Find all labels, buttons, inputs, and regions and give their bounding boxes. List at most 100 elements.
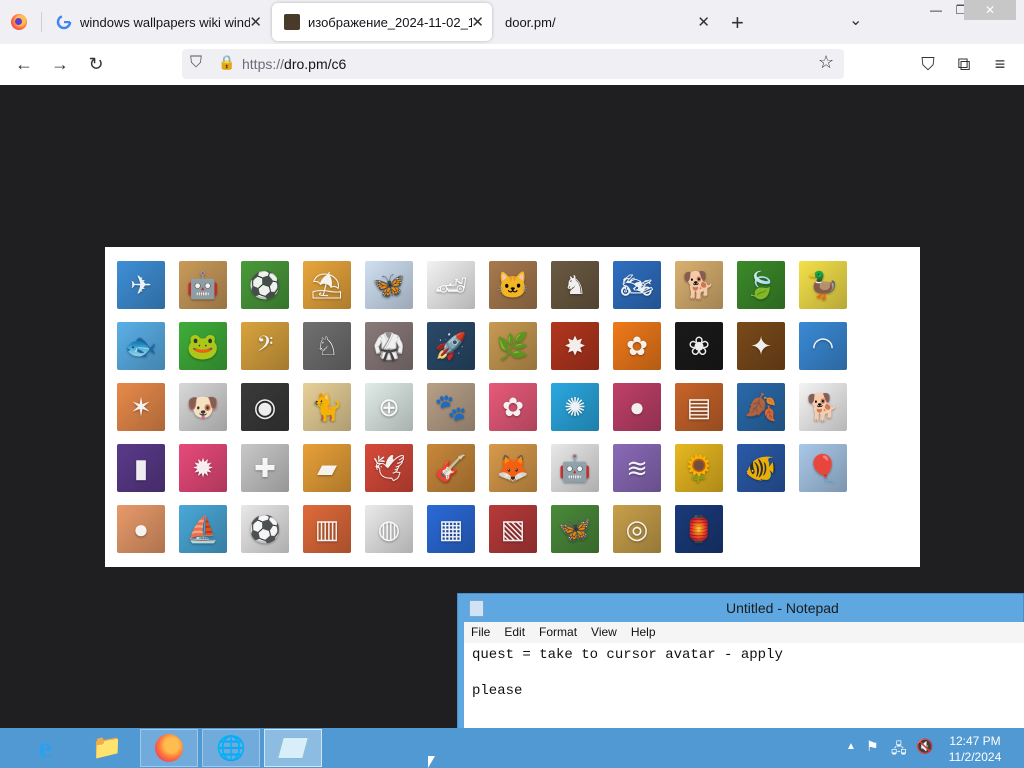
new-tab-icon[interactable]: + — [731, 10, 744, 36]
tab-image[interactable]: изображение_2024-11-02_1839 ✕ — [272, 3, 492, 41]
avatar-tile-sparkles[interactable]: ✦ — [737, 322, 785, 370]
avatar-tile-karate[interactable]: 🥋 — [365, 322, 413, 370]
notepad-window[interactable]: Untitled - Notepad File Edit Format View Hel… — [457, 593, 1024, 731]
avatar-tile-motocross[interactable]: 🏍 — [613, 261, 661, 309]
back-arrow-icon[interactable]: ← — [13, 53, 35, 75]
taskbar-file-explorer[interactable]: 📁 — [78, 729, 136, 767]
menu-edit[interactable]: Edit — [497, 622, 532, 642]
action-center-flag-icon[interactable]: ⚑ — [866, 738, 879, 755]
avatar-tile-woven-textile[interactable]: ▧ — [489, 505, 537, 553]
tab-door-pm[interactable]: door.pm/ ✕ — [494, 3, 718, 41]
avatar-tile-white-flower[interactable]: ❀ — [675, 322, 723, 370]
menu-file[interactable]: File — [464, 622, 497, 642]
taskbar-firefox[interactable] — [140, 729, 198, 767]
tab-google-search[interactable]: windows wallpapers wiki windo ✕ — [44, 3, 270, 41]
tab-close-icon[interactable]: ✕ — [697, 13, 710, 31]
wallpaper-image[interactable]: ✈ 🤖 ⚽ ⛱ 🦋 🏎 🐱 ♞ 🏍 🐕 🍃 🦆 🐟 🐸 𝄢 ♘ 🥋 🚀 🌿 ✸ ✿ ❀ ✦ ◠ ✶ 🐶 ◉ 🐈 ⊕ 🐾 ✿ ✺ ● ▤ 🍂 🐕 ▮ ✹ ✚ ▰… — [105, 247, 920, 567]
avatar-tile-bass-clef[interactable]: 𝄢 — [241, 322, 289, 370]
avatar-tile-space-shuttle[interactable]: 🚀 — [427, 322, 475, 370]
tracking-shield-icon[interactable]: ⛉ — [190, 54, 202, 72]
avatar-tile-silk-fabric[interactable]: ≋ — [613, 444, 661, 492]
avatar-tile-pink-flower[interactable]: ✿ — [489, 383, 537, 431]
pocket-icon[interactable]: ⛉ — [917, 53, 939, 75]
notepad-text-area[interactable]: quest = take to cursor avatar - apply pl… — [464, 643, 1024, 731]
taskbar-notepad[interactable] — [264, 729, 322, 767]
avatar-tile-soccer-ball[interactable]: ⚽ — [241, 505, 289, 553]
lock-icon[interactable]: 🔒 — [218, 54, 235, 71]
avatar-tile-beach-chair[interactable]: ⛱ — [303, 261, 351, 309]
avatar-tile-pink-star[interactable]: ✹ — [179, 444, 227, 492]
avatar-tile-airplane[interactable]: ✈ — [117, 261, 165, 309]
notepad-titlebar[interactable]: Untitled - Notepad — [458, 594, 1024, 622]
avatar-tile-hot-air-balloon[interactable]: 🎈 — [799, 444, 847, 492]
tin-robot-icon: 🤖 — [558, 453, 592, 483]
avatar-tile-goldfish[interactable]: 🐟 — [117, 322, 165, 370]
avatar-tile-daruma-doll[interactable]: ● — [117, 505, 165, 553]
avatar-tile-blue-butterfly[interactable]: 🦋 — [365, 261, 413, 309]
avatar-tile-lighthouse[interactable]: 🏮 — [675, 505, 723, 553]
avatar-tile-roller-coaster[interactable]: ◠ — [799, 322, 847, 370]
avatar-tile-chess[interactable]: ♞ — [551, 261, 599, 309]
avatar-tile-orange-fabric[interactable]: ▥ — [303, 505, 351, 553]
avatar-tile-pomeranian[interactable]: 🦊 — [489, 444, 537, 492]
menu-view[interactable]: View — [584, 622, 624, 642]
forward-arrow-icon[interactable]: → — [49, 53, 71, 75]
avatar-tile-marbles[interactable]: ◍ — [365, 505, 413, 553]
avatar-tile-pinwheel[interactable]: ✺ — [551, 383, 599, 431]
bookmark-star-icon[interactable]: ☆ — [818, 52, 834, 73]
menu-help[interactable]: Help — [624, 622, 663, 642]
avatar-tile-rubber-duck[interactable]: 🦆 — [799, 261, 847, 309]
avatar-tile-starfish[interactable]: ✶ — [117, 383, 165, 431]
avatar-tile-frog-toy[interactable]: 🐸 — [179, 322, 227, 370]
tab-close-icon[interactable]: ✕ — [471, 13, 484, 31]
avatar-tile-tin-robot[interactable]: 🤖 — [551, 444, 599, 492]
menu-format[interactable]: Format — [532, 622, 584, 642]
avatar-tile-stairs[interactable]: ▰ — [303, 444, 351, 492]
show-hidden-icons-icon[interactable]: ▲ — [846, 741, 856, 752]
woven-textile-icon: ▧ — [500, 514, 526, 544]
address-bar[interactable]: ⛉ 🔒 https://dro.pm/c6 ☆ — [182, 49, 844, 79]
avatar-tile-yellow-leaf[interactable]: 🍂 — [737, 383, 785, 431]
avatar-tile-lucky-cat[interactable]: 🐈 — [303, 383, 351, 431]
avatar-tile-tropical-fish[interactable]: 🐠 — [737, 444, 785, 492]
avatar-tile-chess-horse[interactable]: ♘ — [303, 322, 351, 370]
avatar-tile-fabric-stripes[interactable]: ▤ — [675, 383, 723, 431]
avatar-tile-bonsai[interactable]: 🌿 — [489, 322, 537, 370]
avatar-tile-spiral-basket[interactable]: ◎ — [613, 505, 661, 553]
avatar-tile-crayons[interactable]: ▮ — [117, 444, 165, 492]
firefox-logo-icon[interactable] — [11, 14, 27, 30]
avatar-tile-kittens-sleeping[interactable]: 🐾 — [427, 383, 475, 431]
avatar-tile-border-collie[interactable]: 🐕 — [799, 383, 847, 431]
avatar-tile-sunflower[interactable]: 🌻 — [675, 444, 723, 492]
avatar-tile-gyroscope[interactable]: ⊕ — [365, 383, 413, 431]
avatar-tile-toy-robot[interactable]: 🤖 — [179, 261, 227, 309]
taskbar-download-manager[interactable]: 🌐 — [202, 729, 260, 767]
avatar-tile-striped-ball[interactable]: ● — [613, 383, 661, 431]
avatar-tile-record-player[interactable]: ◉ — [241, 383, 289, 431]
hamburger-menu-icon[interactable]: ≡ — [989, 53, 1011, 75]
avatar-tile-jacks[interactable]: ✚ — [241, 444, 289, 492]
tab-close-icon[interactable]: ✕ — [249, 13, 262, 31]
avatar-tile-soccer-ball-grass[interactable]: ⚽ — [241, 261, 289, 309]
volume-muted-icon[interactable]: 🔇 — [916, 738, 933, 755]
avatar-tile-golden-retriever[interactable]: 🐕 — [675, 261, 723, 309]
avatar-tile-window[interactable]: ▦ — [427, 505, 475, 553]
avatar-tile-paper-crane[interactable]: 🕊 — [365, 444, 413, 492]
list-tabs-chevron-icon[interactable]: ⌄ — [849, 10, 862, 30]
reload-icon[interactable]: ↻ — [85, 53, 107, 75]
avatar-tile-race-car[interactable]: 🏎 — [427, 261, 475, 309]
taskbar-internet-explorer[interactable]: e — [16, 729, 74, 767]
avatar-tile-red-coral[interactable]: ✸ — [551, 322, 599, 370]
avatar-tile-sailboat[interactable]: ⛵ — [179, 505, 227, 553]
close-window-icon[interactable]: ✕ — [964, 0, 1016, 20]
tab-bar: windows wallpapers wiki windo ✕ изображе… — [0, 0, 1024, 44]
extensions-icon[interactable]: ⧉ — [953, 53, 975, 75]
system-clock[interactable]: 12:47 PM 11/2/2024 — [944, 733, 1006, 765]
avatar-tile-robot-dog[interactable]: 🐶 — [179, 383, 227, 431]
avatar-tile-monarch-butterfly[interactable]: 🦋 — [551, 505, 599, 553]
avatar-tile-green-leaf[interactable]: 🍃 — [737, 261, 785, 309]
avatar-tile-kitten[interactable]: 🐱 — [489, 261, 537, 309]
avatar-tile-orange-daisy[interactable]: ✿ — [613, 322, 661, 370]
network-icon[interactable]: 🖧 — [891, 738, 907, 762]
avatar-tile-guitar[interactable]: 🎸 — [427, 444, 475, 492]
